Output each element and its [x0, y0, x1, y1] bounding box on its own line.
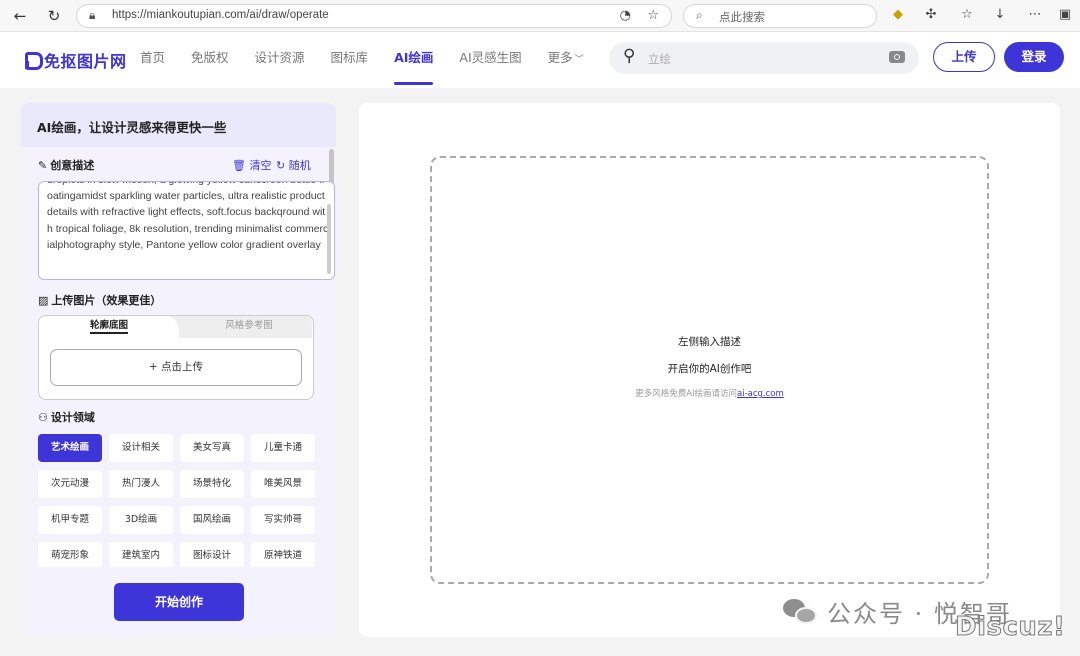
domain-tag[interactable]: 3D绘画: [109, 506, 173, 534]
placeholder-line2: 开启你的AI创作吧: [667, 363, 752, 375]
nav-copyright-free[interactable]: 免版权: [191, 32, 229, 88]
domain-tag[interactable]: 儿童卡通: [251, 434, 315, 462]
pencil-icon: ✎: [38, 159, 48, 172]
reload-icon[interactable]: ↻: [44, 6, 64, 26]
back-icon[interactable]: ←: [10, 6, 30, 26]
domain-tag[interactable]: 国风绘画: [180, 506, 244, 534]
puzzle-icon[interactable]: ✣: [922, 7, 940, 22]
site-header: 免抠图片网 首页 免版权 设计资源 图标库 AI绘画 AI灵感生图 更多 ﹀ ⚲ …: [0, 32, 1080, 88]
download-icon[interactable]: ↓: [991, 7, 1009, 22]
favorites-icon[interactable]: ☆: [958, 7, 976, 22]
refresh-icon: ↻: [276, 159, 286, 172]
site-search-placeholder: 立绘: [648, 52, 671, 66]
upload-button[interactable]: 上传: [933, 42, 995, 72]
textarea-scrollbar[interactable]: [327, 204, 331, 274]
clear-button[interactable]: 🗑︎ 清空: [232, 157, 271, 173]
address-bar[interactable]: 🔒︎ https://miankoutupian.com/ai/draw/ope…: [76, 4, 672, 28]
domain-tag[interactable]: 艺术绘画: [38, 434, 102, 462]
domain-tag[interactable]: 次元动漫: [38, 470, 102, 498]
nav-more-label: 更多: [547, 50, 573, 65]
nav-design-resources[interactable]: 设计资源: [255, 32, 305, 88]
domain-tag[interactable]: 原神铁道: [251, 542, 315, 570]
site-logo[interactable]: 免抠图片网: [24, 48, 127, 72]
chevron-down-icon: ﹀: [574, 55, 584, 65]
domain-tag[interactable]: 唯美风景: [251, 470, 315, 498]
extension-icon[interactable]: ◆: [889, 7, 907, 22]
domain-tag[interactable]: 写实帅哥: [251, 506, 315, 534]
browser-search-placeholder: 点此搜索: [719, 10, 765, 24]
start-create-button[interactable]: 开始创作: [114, 583, 244, 621]
prompt-text: droplets in slow motion, a glowing yello…: [47, 182, 329, 251]
favorite-star-icon[interactable]: ☆: [647, 8, 659, 23]
more-icon[interactable]: ⋯: [1026, 7, 1044, 22]
upload-tabs: 轮廓底图 风格参考图: [39, 316, 312, 338]
result-canvas-panel: 左侧输入描述 开启你的AI创作吧 更多风格免费AI绘画请访问ai-acg.com: [359, 103, 1060, 637]
upload-box: 轮廓底图 风格参考图 + 点击上传: [38, 315, 314, 400]
nav-ai-drawing[interactable]: AI绘画: [394, 32, 434, 88]
discuz-watermark: Discuz!: [954, 612, 1066, 643]
domain-tag[interactable]: 机甲专题: [38, 506, 102, 534]
trash-icon: 🗑︎: [232, 159, 246, 172]
login-button[interactable]: 登录: [1004, 42, 1064, 72]
domain-tag[interactable]: 建筑室内: [109, 542, 173, 570]
domain-tag[interactable]: 图标设计: [180, 542, 244, 570]
result-placeholder: 左侧输入描述 开启你的AI创作吧 更多风格免费AI绘画请访问ai-acg.com: [430, 156, 989, 584]
creative-label: ✎ 创意描述: [38, 159, 95, 172]
url-text: https://miankoutupian.com/ai/draw/operat…: [112, 9, 329, 21]
tab-style-reference[interactable]: 风格参考图: [189, 316, 309, 338]
domain-tag[interactable]: 萌宠形象: [38, 542, 102, 570]
domain-tag[interactable]: 场景特化: [180, 470, 244, 498]
domain-tags: 艺术绘画 设计相关 美女写真 儿童卡通 次元动漫 热门漫人 场景特化 唯美风景 …: [38, 434, 318, 570]
ai-draw-control-panel: AI绘画，让设计灵感来得更快一些 ✎创意描述 🗑︎ 清空 ↻ 随机 drople…: [21, 103, 336, 637]
main-nav: 首页 免版权 设计资源 图标库 AI绘画 AI灵感生图 更多 ﹀: [140, 32, 610, 88]
nav-ai-inspiration[interactable]: AI灵感生图: [459, 32, 521, 88]
placeholder-line1: 左侧输入描述: [678, 336, 741, 348]
tab-outline[interactable]: 轮廓底图: [39, 316, 179, 338]
user-icon: ⚇: [38, 411, 48, 424]
nav-icon-library[interactable]: 图标库: [331, 32, 369, 88]
domain-tag[interactable]: 设计相关: [109, 434, 173, 462]
camera-icon[interactable]: [889, 51, 905, 63]
browser-toolbar: ← ↻ 🔒︎ https://miankoutupian.com/ai/draw…: [0, 0, 1080, 32]
logo-icon: [24, 51, 43, 70]
lock-icon: 🔒︎: [89, 8, 96, 22]
sidebar-toggle-icon[interactable]: ▣: [1056, 7, 1074, 22]
nav-home[interactable]: 首页: [140, 32, 165, 88]
search-icon: ⚲: [623, 46, 636, 66]
logo-text: 免抠图片网: [44, 52, 127, 71]
upload-label: ▨ 上传图片（效果更佳）: [38, 294, 162, 307]
image-icon: ▨: [38, 294, 49, 307]
ai-acg-link[interactable]: ai-acg.com: [737, 389, 784, 399]
prompt-textarea[interactable]: droplets in slow motion, a glowing yello…: [38, 181, 335, 280]
domain-tag[interactable]: 美女写真: [180, 434, 244, 462]
wechat-icon: [783, 597, 819, 625]
domain-tag[interactable]: 热门漫人: [109, 470, 173, 498]
domain-label: ⚇ 设计领域: [38, 411, 95, 424]
click-upload-button[interactable]: + 点击上传: [50, 349, 302, 386]
panel-body: ✎创意描述 🗑︎ 清空 ↻ 随机 droplets in slow motion…: [21, 147, 336, 637]
browser-search-box[interactable]: ⌕ 点此搜索: [683, 4, 877, 28]
nav-more[interactable]: 更多 ﹀: [548, 32, 584, 88]
panel-title: AI绘画，让设计灵感来得更快一些: [21, 103, 336, 147]
search-icon: ⌕: [696, 8, 703, 22]
site-search-input[interactable]: ⚲ 立绘: [609, 42, 919, 74]
placeholder-line3: 更多风格免费AI绘画请访问ai-acg.com: [635, 389, 784, 399]
random-button[interactable]: ↻ 随机: [276, 157, 311, 173]
translate-icon[interactable]: ◔: [620, 8, 631, 23]
